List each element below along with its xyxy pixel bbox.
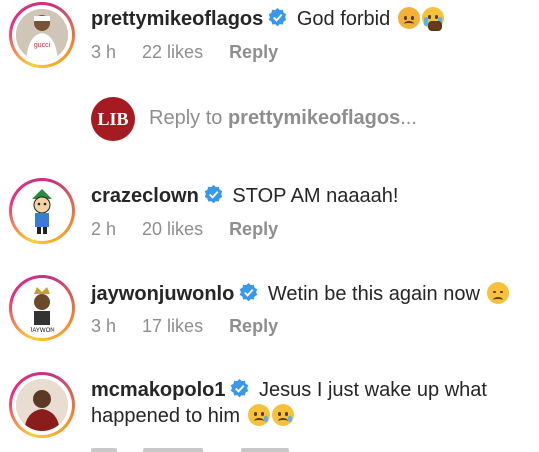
- reply-suffix: ...: [400, 107, 417, 129]
- comment-time: 3 h: [91, 316, 117, 336]
- likes-count[interactable]: 17 likes: [142, 316, 203, 336]
- avatar[interactable]: JAYWON: [9, 275, 75, 341]
- lib-avatar: LIB: [91, 97, 135, 141]
- comment-text: Wetin be this again now: [267, 283, 480, 305]
- angry-face-icon: [397, 7, 420, 29]
- username[interactable]: prettymikeoflagos: [91, 8, 263, 30]
- partial-meta-row: [91, 442, 311, 452]
- likes-count[interactable]: 20 likes: [142, 219, 203, 239]
- sad-tear-face-icon: [271, 404, 294, 426]
- sad-tear-face-icon: [247, 404, 270, 426]
- comment-time: 2 h: [91, 219, 117, 239]
- reply-button[interactable]: Reply: [229, 219, 278, 239]
- comment-meta: 3 h 22 likes Reply: [91, 42, 304, 63]
- crying-face-icon: [421, 7, 444, 31]
- reply-button[interactable]: Reply: [229, 42, 278, 62]
- comment-text: STOP AM naaaah!: [232, 185, 399, 207]
- reply-input[interactable]: Reply to prettymikeoflagos...: [149, 107, 417, 130]
- verified-badge-icon: [240, 283, 258, 302]
- avatar[interactable]: [9, 178, 75, 244]
- username[interactable]: crazeclown: [91, 185, 199, 207]
- comment-time: 3 h: [91, 42, 117, 62]
- reply-input-row[interactable]: LIB Reply to prettymikeoflagos...: [91, 97, 531, 147]
- comment-meta: 2 h 20 likes Reply: [91, 219, 304, 240]
- comment-text-line2: happened to him: [91, 405, 241, 427]
- verified-badge-icon: [204, 185, 223, 204]
- comment-meta: 3 h 17 likes Reply: [91, 316, 304, 337]
- reply-button[interactable]: Reply: [229, 316, 278, 336]
- username[interactable]: jaywonjuwonlo: [91, 283, 234, 305]
- verified-badge-icon: [231, 379, 249, 398]
- avatar[interactable]: [9, 372, 75, 438]
- comment-text: Jesus I just wake up what: [259, 379, 487, 401]
- avatar[interactable]: gucci: [9, 2, 75, 68]
- reply-prefix: Reply to: [149, 107, 223, 129]
- reply-target-username: prettymikeoflagos: [227, 107, 401, 129]
- username[interactable]: mcmakopolo1: [91, 379, 225, 401]
- comment-text: God forbid: [296, 8, 391, 30]
- verified-badge-icon: [269, 8, 287, 27]
- svg-text:JAYWON: JAYWON: [29, 328, 54, 334]
- svg-text:gucci: gucci: [34, 42, 51, 49]
- likes-count[interactable]: 22 likes: [142, 42, 203, 62]
- disappointed-face-icon: [487, 282, 510, 304]
